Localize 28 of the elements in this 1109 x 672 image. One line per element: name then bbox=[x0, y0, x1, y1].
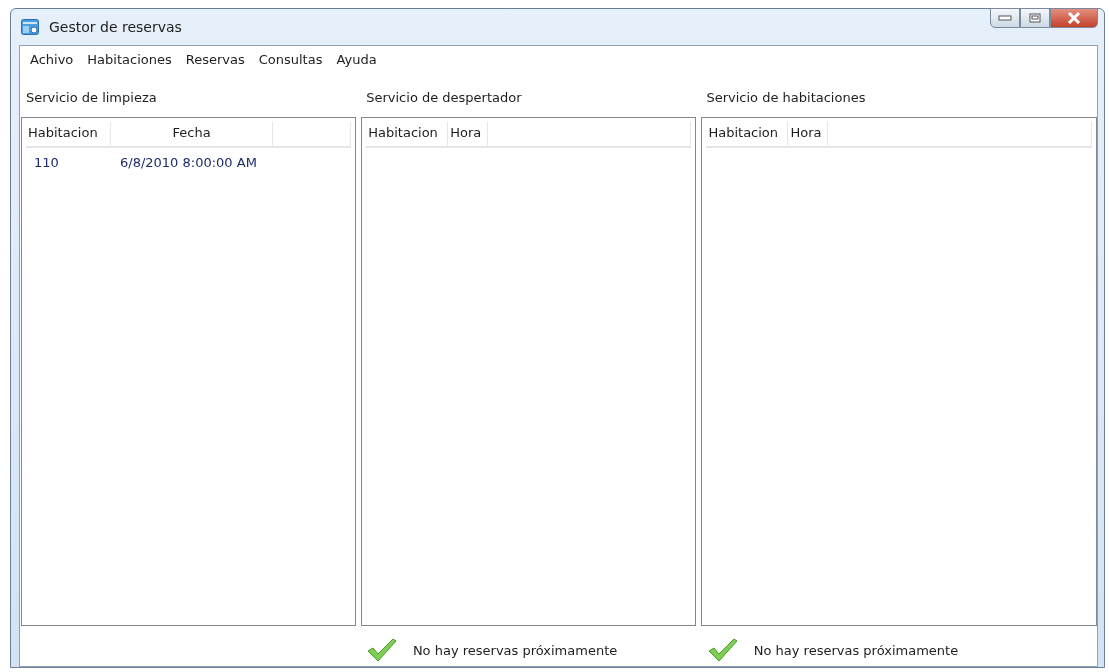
close-icon bbox=[1067, 12, 1081, 24]
maximize-icon bbox=[1029, 13, 1041, 23]
table-cell-text: 6/8/2010 8:00:00 AM bbox=[119, 154, 258, 172]
menu-item[interactable]: Habitaciones bbox=[81, 52, 180, 70]
maximize-button[interactable] bbox=[1020, 8, 1050, 28]
minimize-button[interactable] bbox=[990, 8, 1020, 28]
menu-item[interactable]: Reservas bbox=[179, 52, 253, 70]
table-cell-text: 110 bbox=[33, 154, 60, 172]
panel-title: Servicio de limpieza bbox=[25, 90, 158, 107]
close-button[interactable] bbox=[1050, 8, 1098, 28]
checkmark-icon bbox=[707, 638, 738, 662]
panel-title: Servicio de despertador bbox=[365, 90, 523, 107]
menu-item[interactable]: Achivo bbox=[24, 52, 82, 70]
window-title: Gestor de reservas bbox=[49, 19, 182, 35]
column-header[interactable]: Habitacion bbox=[366, 122, 449, 146]
column-header[interactable]: Hora bbox=[448, 122, 489, 146]
status-message: No hay reservas próximamente bbox=[412, 642, 618, 658]
status-message: No hay reservas próximamente bbox=[753, 642, 959, 658]
column-header[interactable]: Hora bbox=[788, 122, 829, 146]
minimize-icon bbox=[998, 15, 1012, 21]
column-header[interactable]: Habitacion bbox=[26, 122, 112, 146]
checkmark-icon bbox=[366, 638, 397, 662]
menu-item[interactable]: Consultas bbox=[252, 52, 331, 70]
app-icon bbox=[21, 19, 39, 35]
column-header[interactable]: Habitacion bbox=[706, 122, 789, 146]
panel-title: Servicio de habitaciones bbox=[705, 90, 867, 107]
menu-item[interactable]: Ayuda bbox=[330, 52, 385, 70]
column-header[interactable]: Fecha bbox=[111, 122, 274, 146]
